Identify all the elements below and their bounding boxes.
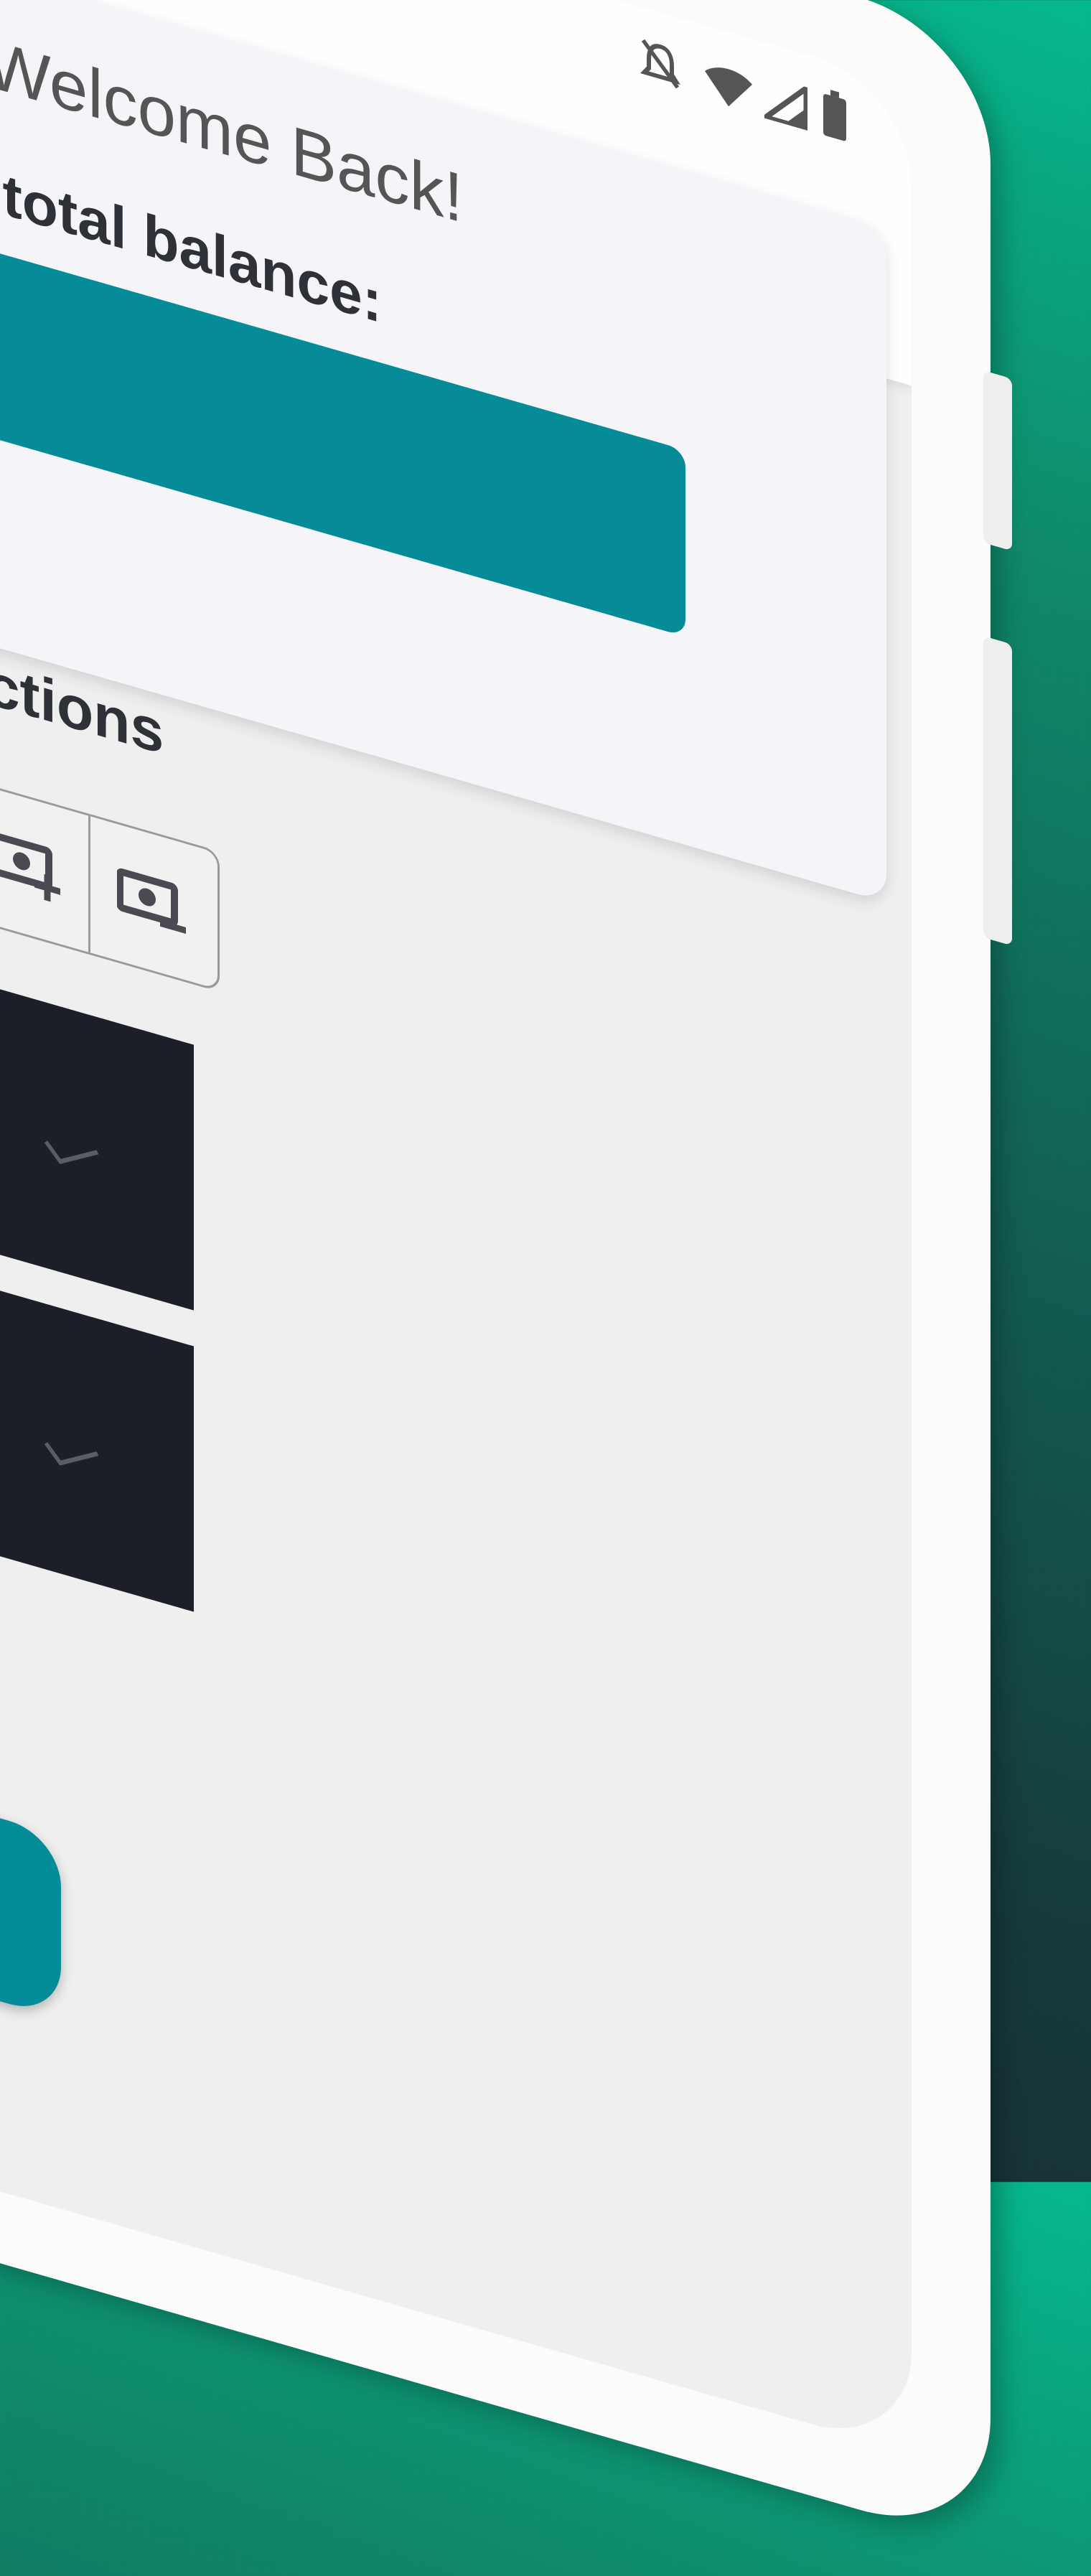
device-scene: Welcome Back Welc bbox=[0, 0, 1091, 2547]
mute-icon bbox=[639, 34, 682, 96]
check-icon bbox=[43, 1130, 100, 1179]
filter-income-button[interactable] bbox=[0, 779, 88, 952]
add-transaction-button[interactable] bbox=[0, 1783, 61, 2019]
app-screen: Welcome Back Welc bbox=[0, 0, 912, 2453]
wifi-icon bbox=[703, 57, 754, 118]
phone-side-button bbox=[983, 370, 1012, 551]
battery-icon bbox=[822, 88, 848, 147]
transaction-filter-group bbox=[0, 741, 220, 992]
signal-icon bbox=[759, 75, 809, 134]
check-icon bbox=[43, 1432, 100, 1481]
phone-side-button bbox=[983, 636, 1012, 946]
filter-expense-button[interactable] bbox=[88, 815, 214, 988]
